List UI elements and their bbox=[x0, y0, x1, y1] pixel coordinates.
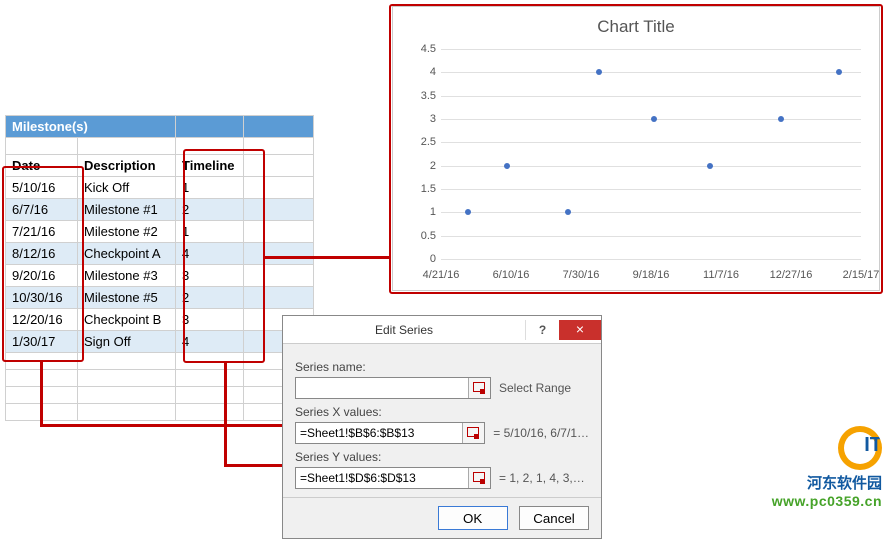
callout-timeline-column bbox=[183, 149, 265, 363]
watermark-text-cn: 河东软件园 bbox=[772, 472, 882, 493]
close-button[interactable]: × bbox=[559, 320, 601, 340]
watermark-text-url: www.pc0359.cn bbox=[772, 493, 882, 509]
range-picker-icon[interactable] bbox=[462, 423, 484, 443]
col-desc: Description bbox=[78, 155, 176, 177]
table-title: Milestone(s) bbox=[6, 116, 176, 138]
series-x-input[interactable] bbox=[296, 423, 462, 443]
connector-line bbox=[265, 256, 389, 259]
range-picker-icon[interactable] bbox=[468, 468, 490, 488]
watermark-logo-icon: IT bbox=[838, 426, 882, 470]
series-y-input[interactable] bbox=[296, 468, 468, 488]
series-y-label: Series Y values: bbox=[295, 450, 589, 464]
watermark: IT 河东软件园 www.pc0359.cn bbox=[772, 426, 882, 509]
edit-series-dialog: Edit Series ? × Series name: Select Rang… bbox=[282, 315, 602, 539]
series-name-hint: Select Range bbox=[499, 381, 589, 395]
callout-dates-column bbox=[2, 166, 84, 362]
callout-chart bbox=[389, 4, 883, 294]
connector-line bbox=[40, 362, 43, 424]
ok-button[interactable]: OK bbox=[438, 506, 508, 530]
help-button[interactable]: ? bbox=[525, 320, 559, 340]
series-name-label: Series name: bbox=[295, 360, 589, 374]
series-y-result: = 1, 2, 1, 4, 3,… bbox=[499, 471, 589, 485]
dialog-title: Edit Series bbox=[283, 323, 525, 337]
connector-line bbox=[40, 424, 293, 427]
series-x-label: Series X values: bbox=[295, 405, 589, 419]
cancel-button[interactable]: Cancel bbox=[519, 506, 589, 530]
series-x-result: = 5/10/16, 6/7/1… bbox=[493, 426, 589, 440]
series-name-input[interactable] bbox=[296, 378, 468, 398]
range-picker-icon[interactable] bbox=[468, 378, 490, 398]
connector-line bbox=[224, 363, 227, 465]
